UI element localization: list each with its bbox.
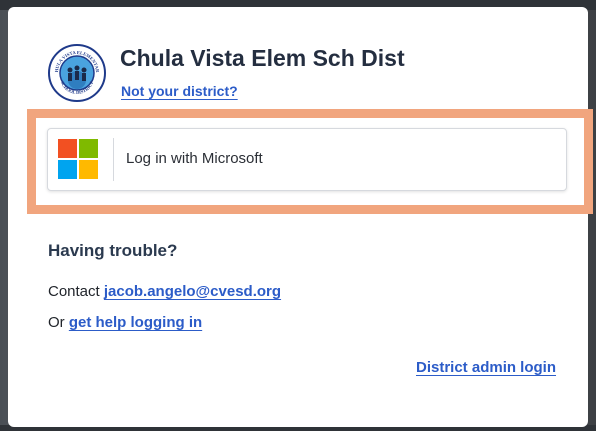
contact-line: Contact jacob.angelo@cvesd.org <box>48 283 281 300</box>
not-your-district-link[interactable]: Not your district? <box>121 83 238 99</box>
contact-prefix: Contact <box>48 283 104 300</box>
district-seal-icon: CHULA VISTA ELEMENTARY SCHOOL DISTRICT <box>48 44 106 102</box>
microsoft-logo-icon <box>58 139 98 179</box>
microsoft-button-label: Log in with Microsoft <box>126 150 263 167</box>
district-admin-login-link[interactable]: District admin login <box>416 359 556 376</box>
button-divider <box>113 138 114 181</box>
or-prefix: Or <box>48 314 69 331</box>
contact-email-link[interactable]: jacob.angelo@cvesd.org <box>104 283 281 300</box>
get-help-link[interactable]: get help logging in <box>69 314 202 331</box>
district-name: Chula Vista Elem Sch Dist <box>120 45 405 71</box>
microsoft-logo-yellow-square <box>79 160 98 179</box>
login-card: CHULA VISTA ELEMENTARY SCHOOL DISTRICT C… <box>8 7 593 427</box>
help-line: Or get help logging in <box>48 314 202 331</box>
microsoft-logo-blue-square <box>58 160 77 179</box>
microsoft-logo-red-square <box>58 139 77 158</box>
microsoft-logo-green-square <box>79 139 98 158</box>
login-with-microsoft-button[interactable]: Log in with Microsoft <box>47 128 567 191</box>
having-trouble-heading: Having trouble? <box>48 241 178 260</box>
